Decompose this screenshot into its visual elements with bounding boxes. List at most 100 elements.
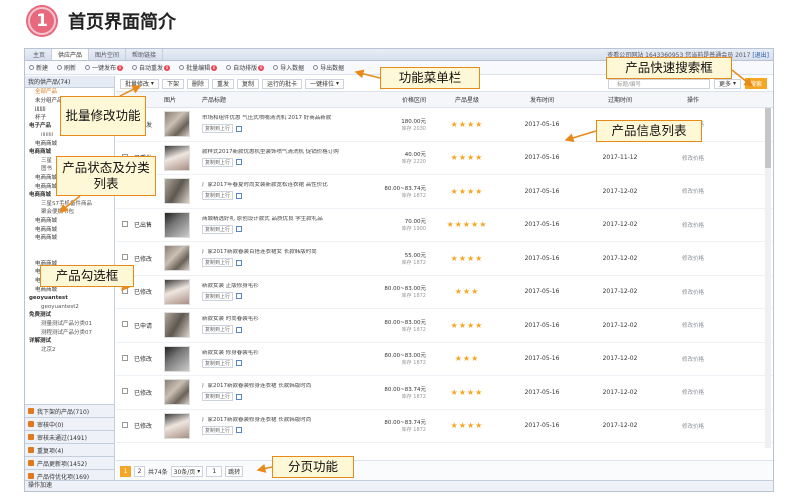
- sidebar-tree-item[interactable]: 北京2: [27, 346, 114, 355]
- search-button[interactable]: 搜索: [744, 78, 767, 89]
- delete-button[interactable]: 删除: [186, 78, 209, 89]
- product-title[interactable]: 市场和组件优惠 气压式喷嘴清洗机 2017 好商品新款: [202, 115, 360, 122]
- toolbar-item[interactable]: 自动重发 0: [132, 63, 171, 72]
- per-page-select[interactable]: 30条/页 ▾: [170, 466, 204, 477]
- sidebar-tree-item[interactable]: 电商商城: [27, 140, 114, 149]
- sidebar-tree-item[interactable]: 电商商城: [27, 226, 114, 235]
- edit-icon[interactable]: [236, 259, 243, 266]
- tab-help[interactable]: 帮助链接: [126, 49, 164, 60]
- sidebar-tree-item[interactable]: 详解测试: [27, 337, 114, 346]
- product-title[interactable]: 厂家2017新款春装百搭连衣裙女 长款韩版时尚: [202, 249, 360, 256]
- sidebar-tree-item[interactable]: geoyuantest2: [27, 303, 114, 312]
- toolbar-item[interactable]: 导入数据: [273, 63, 304, 72]
- sidebar-group[interactable]: 我下架的产品(710): [25, 404, 114, 417]
- page-current[interactable]: 1: [120, 466, 131, 477]
- row-checkbox[interactable]: [122, 254, 128, 261]
- sidebar-group[interactable]: 产品更新项(1452): [25, 456, 114, 469]
- toolbar-item[interactable]: 新建: [29, 63, 48, 72]
- copy-up-button[interactable]: 复制到上行: [202, 291, 234, 301]
- product-thumbnail[interactable]: [164, 312, 190, 339]
- rank-button[interactable]: 一键排位 ▾: [305, 78, 344, 89]
- sidebar-tree-item[interactable]: 测量测试产品分类01: [27, 320, 114, 329]
- sidebar-tree-item[interactable]: 三星S7手机备件商品: [27, 200, 114, 209]
- sidebar-tree-item[interactable]: 聚会便携书包: [27, 208, 114, 217]
- quick-search-input[interactable]: 标题/编号: [608, 78, 711, 89]
- col-publish-time[interactable]: 发布时间: [502, 95, 582, 104]
- col-expire-time[interactable]: 过期时间: [582, 95, 658, 104]
- product-title[interactable]: 款样式2017新款优惠机型装饰喷气清洗机 促销价格订购: [202, 149, 360, 156]
- row-checkbox[interactable]: [122, 354, 128, 361]
- product-title[interactable]: 厂家2017新款春装修身连衣裙 长款韩版时尚: [202, 383, 360, 390]
- tab-products[interactable]: 供应产品: [52, 49, 90, 60]
- edit-price-link[interactable]: 修改价格: [682, 189, 704, 195]
- copy-up-button[interactable]: 复制到上行: [202, 358, 234, 368]
- edit-price-link[interactable]: 修改价格: [682, 390, 704, 396]
- edit-icon[interactable]: [236, 192, 243, 199]
- toolbar-item[interactable]: 导出数据: [313, 63, 344, 72]
- sidebar-group[interactable]: 审核中(0): [25, 417, 114, 430]
- sidebar-head[interactable]: 我的供产品(74): [25, 76, 114, 88]
- copy-up-button[interactable]: 复制到上行: [202, 224, 234, 234]
- copy-up-button[interactable]: 复制到上行: [202, 392, 234, 402]
- sidebar-group[interactable]: 重复项(4): [25, 443, 114, 456]
- edit-price-link[interactable]: 修改价格: [682, 323, 704, 329]
- edit-icon[interactable]: [236, 326, 243, 333]
- jump-page-input[interactable]: 1: [206, 466, 223, 477]
- table-row[interactable]: 已修改 厂家2017新款春装百搭连衣裙女 长款韩版时尚 复制到上行 55.00元 库存 …: [116, 242, 773, 276]
- copy-button[interactable]: 复制: [236, 78, 259, 89]
- sidebar-tree-item[interactable]: geoyuantest: [27, 294, 114, 303]
- copy-up-button[interactable]: 复制到上行: [202, 258, 234, 268]
- copy-up-button[interactable]: 复制到上行: [202, 124, 234, 134]
- row-checkbox[interactable]: [122, 287, 128, 294]
- product-title[interactable]: 厂家2017新款春装修身连衣裙 长款韩版时尚: [202, 417, 360, 424]
- edit-price-link[interactable]: 修改价格: [682, 156, 704, 162]
- sidebar-group[interactable]: 审核未通过(1491): [25, 430, 114, 443]
- edit-icon[interactable]: [236, 125, 243, 132]
- row-checkbox[interactable]: [122, 220, 128, 227]
- jump-button[interactable]: 跳转: [225, 466, 244, 477]
- product-thumbnail[interactable]: [164, 245, 190, 272]
- product-title[interactable]: 新款女装 时尚春装毛衫: [202, 316, 360, 323]
- col-stars[interactable]: 产品星级: [432, 95, 502, 104]
- tab-images[interactable]: 图片空间: [89, 49, 127, 60]
- edit-icon[interactable]: [236, 293, 243, 300]
- toolbar-item[interactable]: 刷新: [57, 63, 76, 72]
- table-row[interactable]: 已修改 厂家2017新款春装修身连衣裙 长款韩版时尚 复制到上行 80.00~83.7…: [116, 410, 773, 443]
- edit-price-link[interactable]: 修改价格: [682, 256, 704, 262]
- sidebar-tree-item[interactable]: 免费测试: [27, 311, 114, 320]
- product-thumbnail[interactable]: [164, 211, 190, 238]
- edit-price-link[interactable]: 修改价格: [682, 357, 704, 363]
- table-row[interactable]: 已修改 新款女装 修身春装毛衫 复制到上行 80.00~83.00元 库存 1872 ★★…: [116, 343, 773, 376]
- sidebar-tree-item[interactable]: [27, 243, 114, 252]
- edit-price-link[interactable]: 修改价格: [682, 223, 704, 229]
- product-title[interactable]: 商城精选好礼 原创设计款式 品质优良 学生款礼品: [202, 216, 360, 223]
- delist-button[interactable]: 下架: [161, 78, 184, 89]
- product-thumbnail[interactable]: [164, 412, 190, 439]
- copy-up-button[interactable]: 复制到上行: [202, 325, 234, 335]
- tab-home[interactable]: 主页: [27, 49, 53, 60]
- product-title[interactable]: 新款女装 修身春装毛衫: [202, 350, 360, 357]
- product-thumbnail[interactable]: [164, 345, 190, 372]
- batch-edit-button[interactable]: 批量修改 ▾: [120, 78, 159, 89]
- table-scrollbar[interactable]: [765, 108, 771, 448]
- table-row[interactable]: 已申请厂家2017年春夏时尚女装新款宽松连衣裙 高性价比复制到上行80.00~8…: [116, 175, 773, 209]
- col-price[interactable]: 价格区间: [360, 95, 432, 104]
- page-next[interactable]: 2: [134, 466, 145, 477]
- sidebar-tree-item[interactable]: [27, 251, 114, 260]
- sidebar-tree-item[interactable]: 测程测试产品分类07: [27, 329, 114, 338]
- table-row[interactable]: 已出售 商城精选好礼 原创设计款式 品质优良 学生款礼品 复制到上行 70.00元 库存…: [116, 209, 773, 242]
- edit-price-link[interactable]: 修改价格: [682, 290, 704, 296]
- exit-link[interactable]: [退出]: [752, 52, 769, 59]
- product-thumbnail[interactable]: [164, 144, 190, 171]
- republish-button[interactable]: 重发: [211, 78, 234, 89]
- product-title[interactable]: 新款女装 正版修身毛衫: [202, 283, 360, 290]
- edit-icon[interactable]: [236, 226, 243, 233]
- edit-icon[interactable]: [236, 159, 243, 166]
- product-thumbnail[interactable]: [164, 111, 190, 138]
- toolbar-item[interactable]: 一键发布 0: [85, 63, 124, 72]
- table-row[interactable]: 已申请 新款女装 时尚春装毛衫 复制到上行 80.00~83.00元 库存 1872 ★★…: [116, 309, 773, 343]
- row-checkbox[interactable]: [122, 388, 128, 395]
- edit-icon[interactable]: [236, 360, 243, 367]
- table-row[interactable]: 已修改 新款女装 正版修身毛衫 复制到上行 80.00~83.00元 库存 1872 ★★…: [116, 276, 773, 309]
- copy-up-button[interactable]: 复制到上行: [202, 191, 234, 201]
